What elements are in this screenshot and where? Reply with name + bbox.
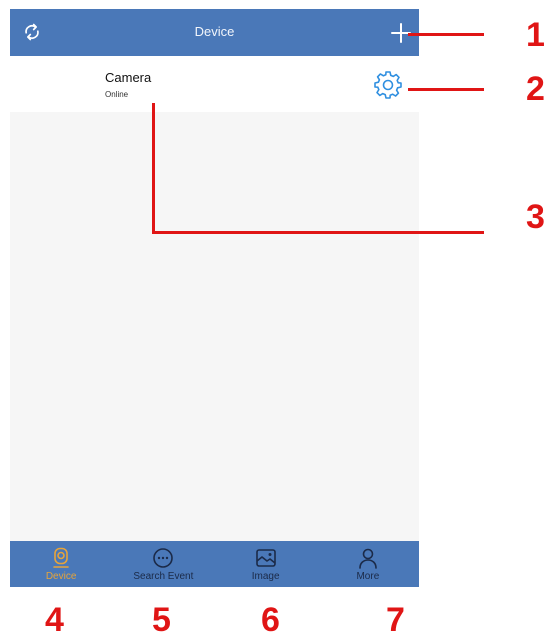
device-list-item[interactable]: Camera Online (10, 56, 419, 112)
callout-number-1: 1 (526, 16, 545, 54)
tab-label-image: Image (251, 571, 280, 582)
device-name: Camera (105, 70, 152, 85)
callout-number-5: 5 (152, 601, 171, 639)
tab-device[interactable]: Device (10, 541, 112, 587)
tab-more[interactable]: More (317, 541, 419, 587)
callout-line-1 (408, 33, 484, 36)
chat-bubble-icon (153, 548, 174, 568)
tab-image[interactable]: Image (215, 541, 317, 587)
bottom-tab-bar: Device Search Event Image More (10, 541, 419, 587)
page-title: Device (194, 24, 235, 39)
tab-search-event[interactable]: Search Event (112, 541, 214, 587)
callout-number-7: 7 (386, 601, 405, 639)
tab-label-device: Device (45, 571, 77, 582)
header-bar: Device (10, 9, 419, 56)
device-screen: Device Camera Online Device Search Event… (10, 9, 419, 587)
gear-icon[interactable] (372, 69, 404, 101)
callout-line-2 (408, 88, 484, 91)
callout-number-3: 3 (526, 198, 545, 236)
camera-icon (53, 547, 69, 568)
image-icon (255, 549, 276, 567)
user-icon (359, 548, 377, 569)
tab-label-more: More (356, 571, 380, 582)
tab-label-search-event: Search Event (133, 571, 194, 582)
callout-number-6: 6 (261, 601, 280, 639)
callout-number-4: 4 (45, 601, 64, 639)
callout-line-3-horizontal (152, 231, 484, 234)
device-status: Online (105, 90, 129, 99)
callout-number-2: 2 (526, 70, 545, 108)
callout-line-3-vertical (152, 103, 155, 234)
